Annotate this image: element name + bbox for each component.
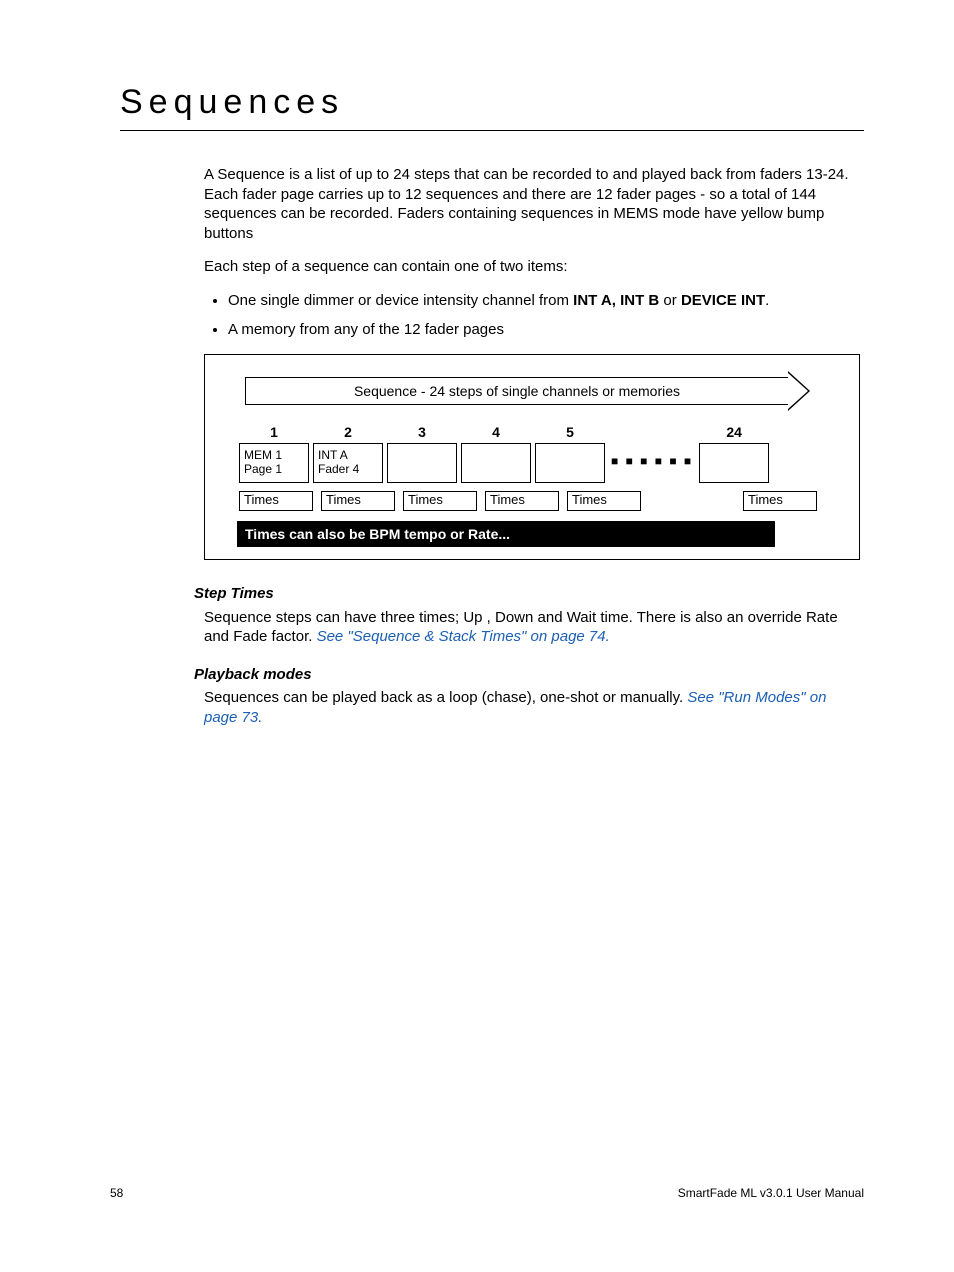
diagram-title-band: Sequence - 24 steps of single channels o…: [245, 377, 789, 405]
step-box-1: MEM 1 Page 1: [239, 443, 309, 483]
step1-line1: MEM 1: [244, 449, 282, 463]
times-box-1: Times: [239, 491, 313, 511]
step-box-3: [387, 443, 457, 483]
step-times-para: Sequence steps can have three times; Up …: [204, 608, 860, 647]
bullet1-pre: One single dimmer or device intensity ch…: [228, 292, 573, 309]
subheading-step-times: Step Times: [194, 584, 860, 604]
step-num-5: 5: [535, 423, 605, 441]
diagram-title: Sequence - 24 steps of single channels o…: [354, 383, 680, 399]
sequence-diagram: Sequence - 24 steps of single channels o…: [204, 354, 860, 560]
bullet-item-1: One single dimmer or device intensity ch…: [228, 291, 860, 311]
step-box-5: [535, 443, 605, 483]
subheading-playback-modes: Playback modes: [194, 665, 860, 685]
bullet1-mid: or: [659, 292, 681, 309]
intro-para-1: A Sequence is a list of up to 24 steps t…: [204, 165, 860, 243]
step-num-24: 24: [699, 423, 769, 441]
step-num-1: 1: [239, 423, 309, 441]
bullet1-bold1: INT A, INT B: [573, 292, 659, 309]
step2-line1: INT A: [318, 449, 348, 463]
step1-line2: Page 1: [244, 463, 282, 477]
arrow-icon: [788, 371, 810, 411]
step-num-2: 2: [313, 423, 383, 441]
step-num-4: 4: [461, 423, 531, 441]
times-box-3: Times: [403, 491, 477, 511]
intro-para-2: Each step of a sequence can contain one …: [204, 257, 860, 277]
manual-title: SmartFade ML v3.0.1 User Manual: [678, 1186, 864, 1202]
page-heading: Sequences: [120, 80, 864, 131]
step2-line2: Fader 4: [318, 463, 359, 477]
step-num-3: 3: [387, 423, 457, 441]
diagram-caption: Times can also be BPM tempo or Rate...: [237, 521, 775, 547]
times-box-5: Times: [567, 491, 641, 511]
times-box-2: Times: [321, 491, 395, 511]
link-sequence-stack-times[interactable]: See "Sequence & Stack Times" on page 74.: [317, 628, 610, 645]
bullet1-post: .: [765, 292, 769, 309]
playback-modes-para: Sequences can be played back as a loop (…: [204, 688, 860, 727]
step-box-4: [461, 443, 531, 483]
bullet-item-2: A memory from any of the 12 fader pages: [228, 320, 860, 340]
ellipsis-icon: ■ ■ ■ ■ ■ ■: [611, 454, 693, 470]
times-box-4: Times: [485, 491, 559, 511]
playback-modes-text: Sequences can be played back as a loop (…: [204, 689, 687, 706]
times-box-24: Times: [743, 491, 817, 511]
step-box-24: [699, 443, 769, 483]
page-number: 58: [110, 1186, 123, 1202]
bullet1-bold2: DEVICE INT: [681, 292, 765, 309]
step-box-2: INT A Fader 4: [313, 443, 383, 483]
